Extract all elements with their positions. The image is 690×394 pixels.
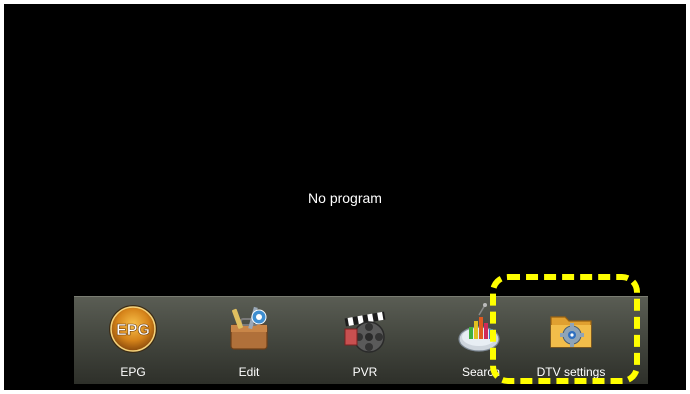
edit-toolbox-icon [230, 306, 268, 350]
epg-icon: EPG [109, 305, 157, 353]
menu-item-epg[interactable]: EPG EPG [74, 297, 192, 385]
highlight-annotation-box [490, 274, 640, 384]
menu-item-edit[interactable]: Edit [190, 297, 308, 385]
epg-icon-text: EPG [116, 322, 150, 339]
pvr-film-icon [344, 311, 386, 353]
no-program-message: No program [308, 190, 382, 206]
menu-item-label: Edit [238, 365, 260, 379]
menu-item-label: EPG [120, 365, 146, 379]
menu-item-label: PVR [352, 365, 378, 379]
menu-item-pvr[interactable]: PVR [306, 297, 424, 385]
